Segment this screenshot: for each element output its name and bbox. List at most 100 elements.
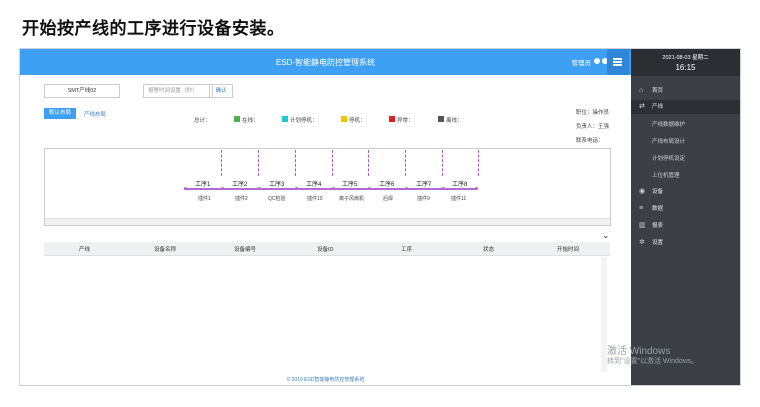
menu-bar-icon	[613, 58, 622, 60]
device-label[interactable]: 离子风扇机	[339, 195, 364, 202]
sidebar-item-devices[interactable]: ◉ 设备	[631, 185, 740, 199]
offline-legend-label: 离线：	[446, 118, 463, 124]
top-bar: ESD-智能静电防控管理系统 管理员	[20, 49, 631, 75]
device-label[interactable]: 插件11	[451, 195, 466, 202]
line-select[interactable]: SMT产线02	[44, 84, 120, 98]
sidebar-item-label: 数据	[652, 206, 664, 212]
device-table-header: 产线 设备名称 设备编号 设备ID 工序 状态 开始时间	[44, 242, 610, 256]
line-node	[332, 187, 335, 190]
line-node	[475, 187, 478, 190]
column-header[interactable]: 状态	[483, 245, 494, 253]
column-header[interactable]: 产线	[79, 245, 90, 253]
process-label[interactable]: 工序2	[232, 179, 247, 188]
column-header[interactable]: 工序	[401, 245, 412, 253]
device-label[interactable]: QC检验	[268, 195, 286, 202]
sidebar-item-data[interactable]: ≡ 数据	[631, 202, 740, 216]
process-connector	[258, 150, 259, 176]
stop-legend-swatch	[341, 116, 347, 122]
device-label[interactable]: 插件10	[307, 195, 323, 202]
process-connector	[332, 150, 333, 176]
settings-icon[interactable]	[594, 58, 600, 64]
process-label[interactable]: 工序1	[195, 179, 210, 188]
column-header[interactable]: 开始时间	[557, 245, 579, 253]
process-label[interactable]: 工序8	[452, 179, 467, 188]
horizontal-scrollbar[interactable]	[45, 218, 610, 225]
stop-legend-label: 停机：	[349, 118, 366, 124]
process-label[interactable]: 工序7	[416, 179, 431, 188]
sidebar-item-label: 首页	[652, 88, 664, 94]
sidebar-item-home[interactable]: ⌂ 首页	[631, 84, 740, 98]
offline-legend-swatch	[438, 116, 444, 122]
line-layout-link[interactable]: 产线布局	[84, 110, 106, 118]
devices-icon: ◉	[639, 188, 646, 195]
line-node	[221, 187, 224, 190]
sidebar-item-line[interactable]: ⇄ 产线	[631, 100, 740, 114]
column-header[interactable]: 设备ID	[317, 245, 334, 253]
sidebar-subitem-planned-stop[interactable]: 计划停机设定	[652, 154, 685, 162]
app-window: ESD-智能静电防控管理系统 管理员 2021-08-03 星期二 16:15 …	[19, 48, 741, 386]
error-legend-swatch	[389, 116, 395, 122]
windows-activation-title: 激活 Windows	[607, 346, 671, 357]
process-connector	[295, 150, 296, 176]
sidebar-item-reports[interactable]: ▥ 报表	[631, 219, 740, 233]
database-icon: ≡	[639, 205, 644, 212]
total-label: 总计：	[194, 118, 211, 124]
planned-stop-legend-label: 计划停机：	[290, 118, 318, 124]
sidebar-item-settings[interactable]: ✲ 设置	[631, 236, 740, 250]
process-label[interactable]: 工序4	[306, 179, 321, 188]
process-connector	[368, 150, 369, 176]
alarm-time-input[interactable]: 报警时间设置（秒）	[143, 84, 213, 98]
exchange-icon: ⇄	[639, 103, 645, 110]
position-info: 职位：操作员	[576, 110, 610, 116]
admin-user[interactable]: 管理员	[572, 57, 592, 67]
sidebar-item-label: 设置	[652, 240, 664, 246]
column-header[interactable]: 设备名称	[154, 245, 176, 253]
menu-bar-icon	[613, 64, 622, 66]
device-label[interactable]: 插件2	[235, 195, 248, 202]
current-time: 16:15	[675, 63, 696, 72]
sidebar-subitem-line-data[interactable]: 产线数据维护	[652, 120, 685, 128]
gears-icon: ✲	[639, 239, 645, 246]
device-label[interactable]: 插件9	[417, 195, 430, 202]
process-connector	[478, 150, 479, 176]
sidebar-item-label: 设备	[652, 189, 664, 195]
menu-bar-icon	[613, 61, 622, 63]
process-label[interactable]: 工序3	[269, 179, 284, 188]
home-icon: ⌂	[639, 87, 644, 94]
current-date: 2021-08-03 星期二	[662, 55, 709, 61]
app-title: ESD-智能静电防控管理系统	[275, 58, 376, 67]
sidebar-subitem-host[interactable]: 上位机管理	[652, 171, 680, 179]
sidebar-subitem-line-layout[interactable]: 产线布局设计	[652, 137, 685, 145]
windows-activation-hint: 转到"设置"以激活 Windows。	[607, 358, 699, 365]
footer-copyright: © 2019 ESD智能静电防控管理系统	[286, 377, 365, 383]
sidebar-clock: 2021-08-03 星期二 16:15	[631, 49, 740, 76]
process-connector	[221, 150, 222, 176]
confirm-button[interactable]: 确认	[209, 84, 233, 98]
process-label[interactable]: 工序5	[342, 179, 357, 188]
process-label[interactable]: 工序6	[379, 179, 394, 188]
sidebar-item-label: 报表	[652, 223, 664, 229]
menu-toggle-button[interactable]	[607, 49, 629, 75]
line-node	[295, 187, 298, 190]
line-layout-diagram: 工序1 工序2 工序3 工序4 工序5 工序6 工序7 工序8 插件1 插件2 …	[44, 148, 611, 226]
online-legend-label: 在线：	[242, 118, 259, 124]
chevron-down-icon[interactable]: ⌄	[602, 230, 610, 241]
default-layout-button[interactable]: 默认布局	[44, 108, 76, 119]
process-connector	[405, 150, 406, 176]
planned-stop-legend-swatch	[282, 116, 288, 122]
line-node	[184, 187, 187, 190]
device-label[interactable]: 后焊	[383, 195, 393, 202]
error-legend-label: 异常：	[397, 118, 414, 124]
device-label[interactable]: 插件1	[198, 195, 211, 202]
chart-icon: ▥	[639, 222, 646, 229]
line-node	[405, 187, 408, 190]
owner-info: 负责人：王强	[576, 124, 610, 130]
column-header[interactable]: 设备编号	[234, 245, 256, 253]
slide-title: 开始按产线的工序进行设备安装。	[22, 19, 285, 39]
phone-info: 联系电话：	[576, 138, 604, 144]
line-node	[368, 187, 371, 190]
line-node	[258, 187, 261, 190]
online-legend-swatch	[234, 116, 240, 122]
process-line	[184, 188, 476, 190]
line-node	[442, 187, 445, 190]
